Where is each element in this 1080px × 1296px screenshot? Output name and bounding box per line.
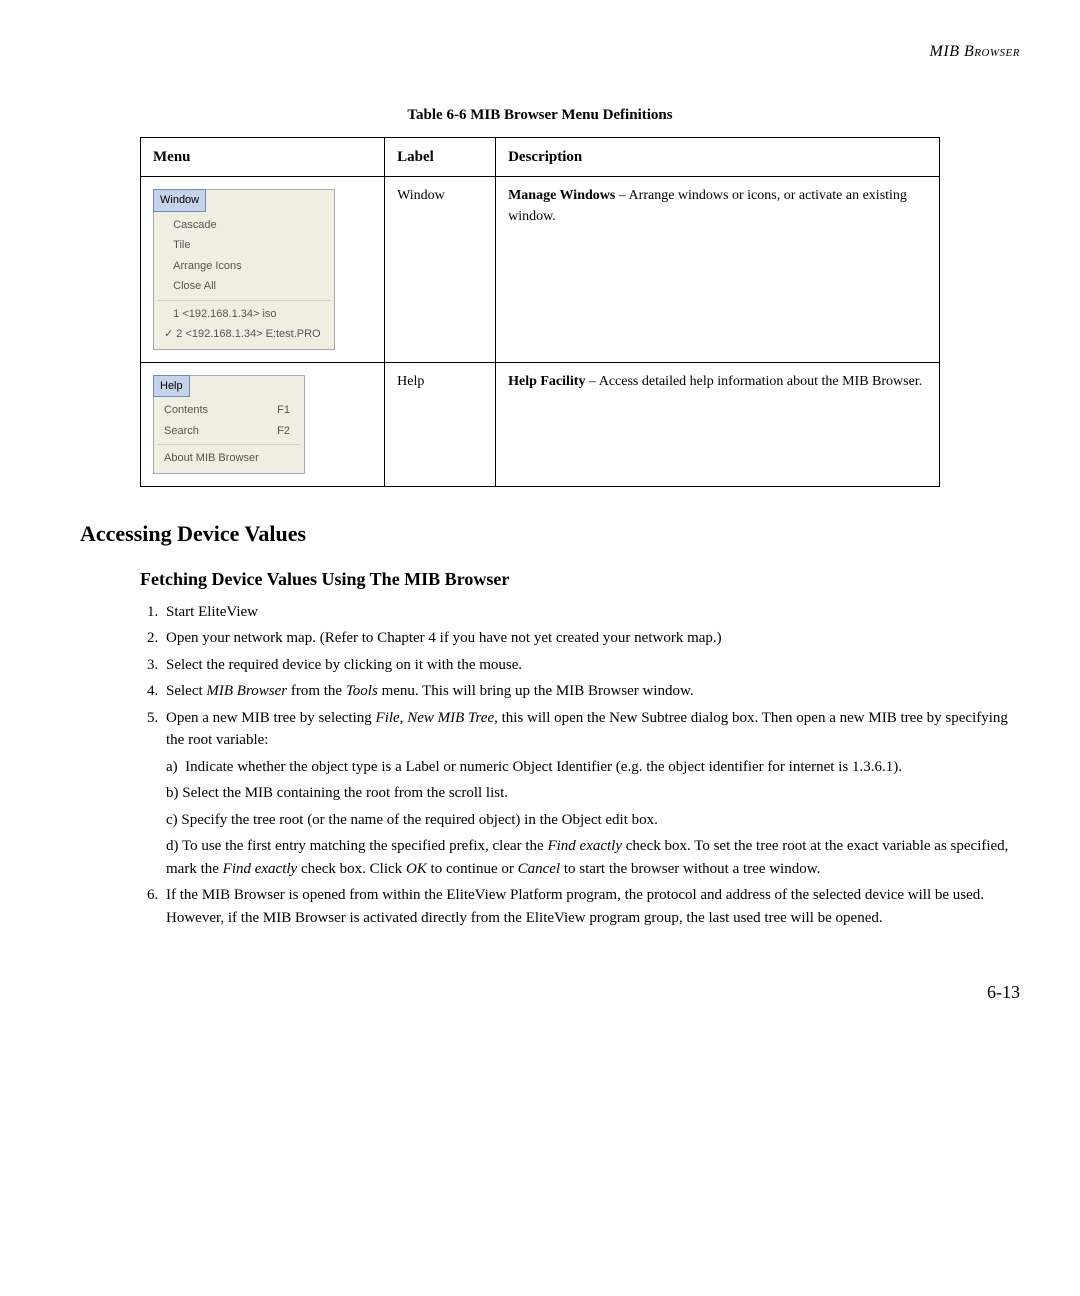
menu-item: Close All (154, 276, 334, 297)
window-menu-screenshot: Window Cascade Tile Arrange Icons Close … (153, 189, 335, 350)
menu-item-shortcut: F1 (277, 402, 290, 419)
desc-bold: Help Facility (508, 374, 585, 389)
menu-cell-window: Window Cascade Tile Arrange Icons Close … (141, 177, 385, 363)
subsection-heading: Fetching Device Values Using The MIB Bro… (140, 566, 1020, 593)
steps-list: Start EliteView Open your network map. (… (140, 601, 1020, 930)
menu-title: Window (153, 189, 206, 212)
description-cell: Help Facility – Access detailed help inf… (496, 362, 940, 486)
col-label: Label (385, 137, 496, 177)
description-cell: Manage Windows – Arrange windows or icon… (496, 177, 940, 363)
desc-text: – Access detailed help information about… (585, 374, 922, 389)
sublist: a) Indicate whether the object type is a… (166, 756, 1020, 881)
menu-item-label: Contents (164, 402, 208, 419)
page-header: MIB Browser (60, 40, 1020, 64)
text: Open a new MIB tree by selecting (166, 710, 376, 726)
menu-item-checked: 2 <192.168.1.34> E:test.PRO (154, 324, 334, 345)
italic-text: Find exactly (547, 838, 622, 854)
menu-item: About MIB Browser (154, 448, 304, 469)
sub-item: d) To use the first entry matching the s… (166, 835, 1020, 880)
menu-title: Help (153, 375, 190, 398)
italic-text: OK (406, 861, 427, 877)
section-heading: Accessing Device Values (80, 517, 1020, 550)
page-number: 6-13 (60, 979, 1020, 1006)
definitions-table: Menu Label Description Window Cascade Ti… (140, 137, 940, 487)
menu-item-label: Search (164, 423, 199, 440)
col-description: Description (496, 137, 940, 177)
text: check box. Click (297, 861, 406, 877)
table-header-row: Menu Label Description (141, 137, 940, 177)
sub-item: c) Specify the tree root (or the name of… (166, 809, 1020, 832)
list-item: If the MIB Browser is opened from within… (162, 884, 1020, 929)
menu-separator (158, 444, 300, 445)
italic-text: Tools (346, 683, 378, 699)
menu-item: Tile (154, 235, 334, 256)
list-item: Start EliteView (162, 601, 1020, 624)
text: to start the browser without a tree wind… (560, 861, 820, 877)
col-menu: Menu (141, 137, 385, 177)
table-row: Window Cascade Tile Arrange Icons Close … (141, 177, 940, 363)
label-cell: Window (385, 177, 496, 363)
italic-text: File (376, 710, 400, 726)
menu-item: Arrange Icons (154, 256, 334, 277)
content-block: Start EliteView Open your network map. (… (140, 601, 1020, 930)
italic-text: Cancel (518, 861, 561, 877)
list-item: Select the required device by clicking o… (162, 654, 1020, 677)
sub-item: b) Select the MIB containing the root fr… (166, 782, 1020, 805)
text: from the (287, 683, 346, 699)
menu-item: Search F2 (154, 421, 304, 442)
text: to continue or (427, 861, 518, 877)
menu-item: Contents F1 (154, 400, 304, 421)
help-menu-screenshot: Help Contents F1 Search F2 About MIB Bro… (153, 375, 305, 474)
menu-item-list: Cascade Tile Arrange Icons Close All 1 <… (154, 211, 334, 349)
menu-item: 1 <192.168.1.34> iso (154, 304, 334, 325)
text: menu. This will bring up the MIB Browser… (378, 683, 694, 699)
menu-cell-help: Help Contents F1 Search F2 About MIB Bro… (141, 362, 385, 486)
italic-text: Find exactly (223, 861, 298, 877)
menu-item-list: Contents F1 Search F2 About MIB Browser (154, 396, 304, 473)
text: Select (166, 683, 206, 699)
table-caption: Table 6-6 MIB Browser Menu Definitions (60, 104, 1020, 127)
list-item: Select MIB Browser from the Tools menu. … (162, 680, 1020, 703)
desc-bold: Manage Windows (508, 188, 615, 203)
menu-item-label: About MIB Browser (164, 450, 259, 467)
table-row: Help Contents F1 Search F2 About MIB Bro… (141, 362, 940, 486)
italic-text: New MIB Tree (407, 710, 494, 726)
menu-item-shortcut: F2 (277, 423, 290, 440)
menu-separator (158, 300, 330, 301)
list-item: Open a new MIB tree by selecting File, N… (162, 707, 1020, 881)
list-item: Open your network map. (Refer to Chapter… (162, 627, 1020, 650)
text: Indicate whether the object type is a La… (185, 759, 902, 775)
italic-text: MIB Browser (206, 683, 287, 699)
sub-item: a) Indicate whether the object type is a… (166, 756, 1020, 779)
label-cell: Help (385, 362, 496, 486)
menu-item: Cascade (154, 215, 334, 236)
text: d) To use the first entry matching the s… (166, 838, 547, 854)
